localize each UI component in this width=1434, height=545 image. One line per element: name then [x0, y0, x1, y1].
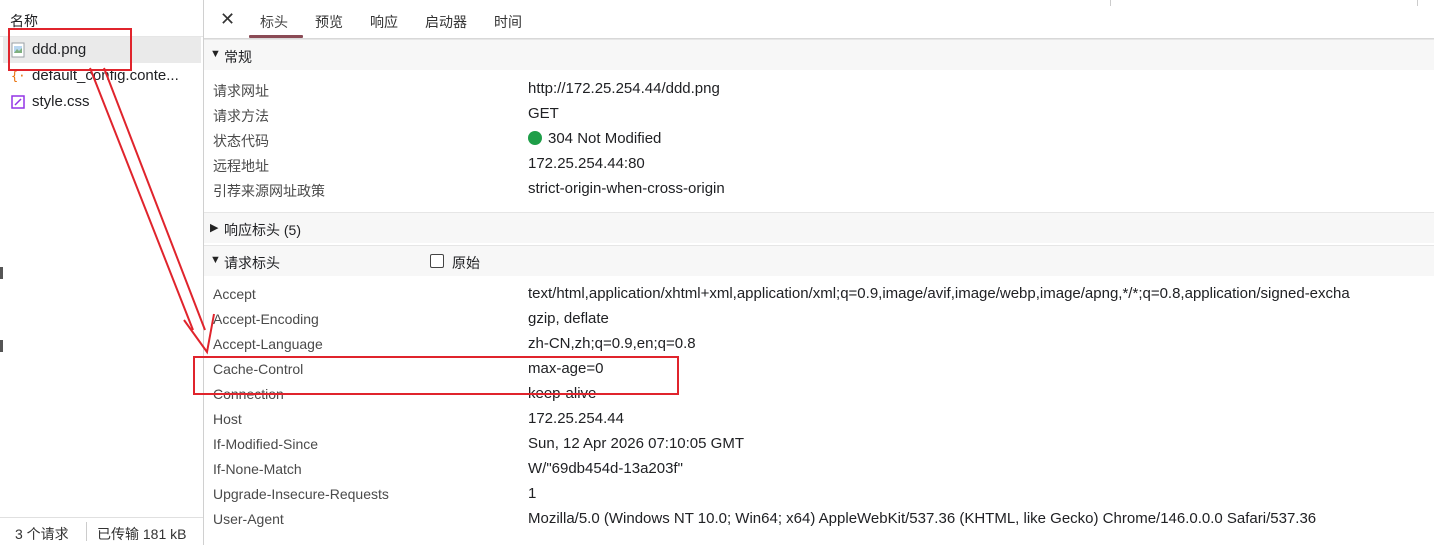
section-title: 请求标头: [224, 255, 280, 271]
field-key: 请求网址: [213, 83, 269, 99]
request-detail-pane: ✕ 标头 预览 响应 启动器 时间 ▼ 常规 请求网址 http://172.2…: [204, 0, 1434, 545]
expanded-triangle-icon: ▼: [210, 48, 221, 60]
header-name: Accept: [213, 286, 256, 302]
active-tab-indicator: [249, 35, 303, 38]
request-count: 3 个请求: [15, 526, 69, 542]
header-name: Accept-Language: [213, 336, 323, 352]
tab-response[interactable]: 响应: [370, 12, 398, 32]
tab-initiator[interactable]: 启动器: [425, 12, 467, 32]
field-value[interactable]: 172.25.254.44:80: [528, 155, 645, 172]
stylesheet-file-icon: [11, 94, 25, 110]
raw-checkbox-label[interactable]: 原始: [452, 253, 480, 273]
edge-marker: [0, 340, 3, 352]
general-row: 状态代码 304 Not Modified: [204, 127, 1434, 152]
response-headers-section-header[interactable]: ▶ 响应标头 (5): [204, 212, 1434, 243]
field-key: 请求方法: [213, 108, 269, 124]
close-icon[interactable]: ✕: [220, 9, 235, 30]
request-row-style-css[interactable]: style.css: [3, 89, 201, 115]
tab-timing[interactable]: 时间: [494, 12, 522, 32]
section-title: 响应标头 (5): [224, 222, 301, 238]
request-header-row: Upgrade-Insecure-Requests 1: [204, 482, 1434, 507]
header-name: Host: [213, 411, 242, 427]
field-value[interactable]: GET: [528, 105, 559, 122]
header-name: Accept-Encoding: [213, 311, 319, 327]
annotation-box-file: [8, 28, 132, 71]
raw-checkbox[interactable]: [430, 254, 444, 268]
divider: [1417, 0, 1418, 6]
request-header-row: If-None-Match W/"69db454d-13a203f": [204, 457, 1434, 482]
header-value[interactable]: Sun, 12 Apr 2026 07:10:05 GMT: [528, 435, 744, 452]
status-bar: 3 个请求 已传输 181 kB: [0, 517, 203, 545]
status-dot-icon: [528, 131, 542, 145]
annotation-box-cache-control: [193, 356, 679, 395]
header-value[interactable]: 1: [528, 485, 536, 502]
header-value[interactable]: W/"69db454d-13a203f": [528, 460, 683, 477]
header-value[interactable]: 172.25.254.44: [528, 410, 624, 427]
request-header-row: Accept text/html,application/xhtml+xml,a…: [204, 282, 1434, 307]
request-header-row: Host 172.25.254.44: [204, 407, 1434, 432]
header-value[interactable]: zh-CN,zh;q=0.9,en;q=0.8: [528, 335, 696, 352]
request-headers-section-header[interactable]: ▼ 请求标头 原始: [204, 245, 1434, 276]
header-name: User-Agent: [213, 511, 284, 527]
transferred-size: 已传输 181 kB: [97, 526, 187, 542]
tab-preview[interactable]: 预览: [315, 12, 343, 32]
general-section-header[interactable]: ▼ 常规: [204, 39, 1434, 70]
field-key: 状态代码: [213, 133, 269, 149]
header-name: Upgrade-Insecure-Requests: [213, 486, 389, 502]
divider: [1110, 0, 1111, 6]
field-value[interactable]: http://172.25.254.44/ddd.png: [528, 80, 720, 97]
header-value[interactable]: text/html,application/xhtml+xml,applicat…: [528, 285, 1350, 302]
status-code-value[interactable]: 304 Not Modified: [528, 130, 661, 147]
general-row: 请求方法 GET: [204, 102, 1434, 127]
field-value[interactable]: strict-origin-when-cross-origin: [528, 180, 725, 197]
general-row: 请求网址 http://172.25.254.44/ddd.png: [204, 77, 1434, 102]
section-title: 常规: [224, 49, 252, 65]
field-key: 远程地址: [213, 158, 269, 174]
edge-marker: [0, 267, 3, 279]
field-key: 引荐来源网址政策: [213, 183, 325, 199]
request-header-row: Accept-Encoding gzip, deflate: [204, 307, 1434, 332]
header-name: If-Modified-Since: [213, 436, 319, 452]
header-value[interactable]: gzip, deflate: [528, 310, 609, 327]
tab-headers[interactable]: 标头: [260, 12, 288, 32]
request-header-row: User-Agent Mozilla/5.0 (Windows NT 10.0;…: [204, 507, 1434, 532]
request-header-row: Accept-Language zh-CN,zh;q=0.9,en;q=0.8: [204, 332, 1434, 357]
detail-tab-bar: ✕ 标头 预览 响应 启动器 时间: [204, 0, 1434, 39]
header-value[interactable]: Mozilla/5.0 (Windows NT 10.0; Win64; x64…: [528, 510, 1316, 527]
general-row: 远程地址 172.25.254.44:80: [204, 152, 1434, 177]
divider: [86, 522, 87, 541]
svg-text:{·}: {·}: [11, 69, 25, 83]
request-list-pane: 名称 ddd.png {·} default_config.conte... s…: [0, 0, 204, 545]
request-row-name: style.css: [32, 93, 90, 110]
general-row: 引荐来源网址政策 strict-origin-when-cross-origin: [204, 177, 1434, 202]
expanded-triangle-icon: ▼: [210, 254, 221, 266]
status-text: 304 Not Modified: [548, 130, 662, 147]
request-header-row: If-Modified-Since Sun, 12 Apr 2026 07:10…: [204, 432, 1434, 457]
header-name: If-None-Match: [213, 461, 302, 477]
collapsed-triangle-icon: ▶: [210, 222, 219, 234]
